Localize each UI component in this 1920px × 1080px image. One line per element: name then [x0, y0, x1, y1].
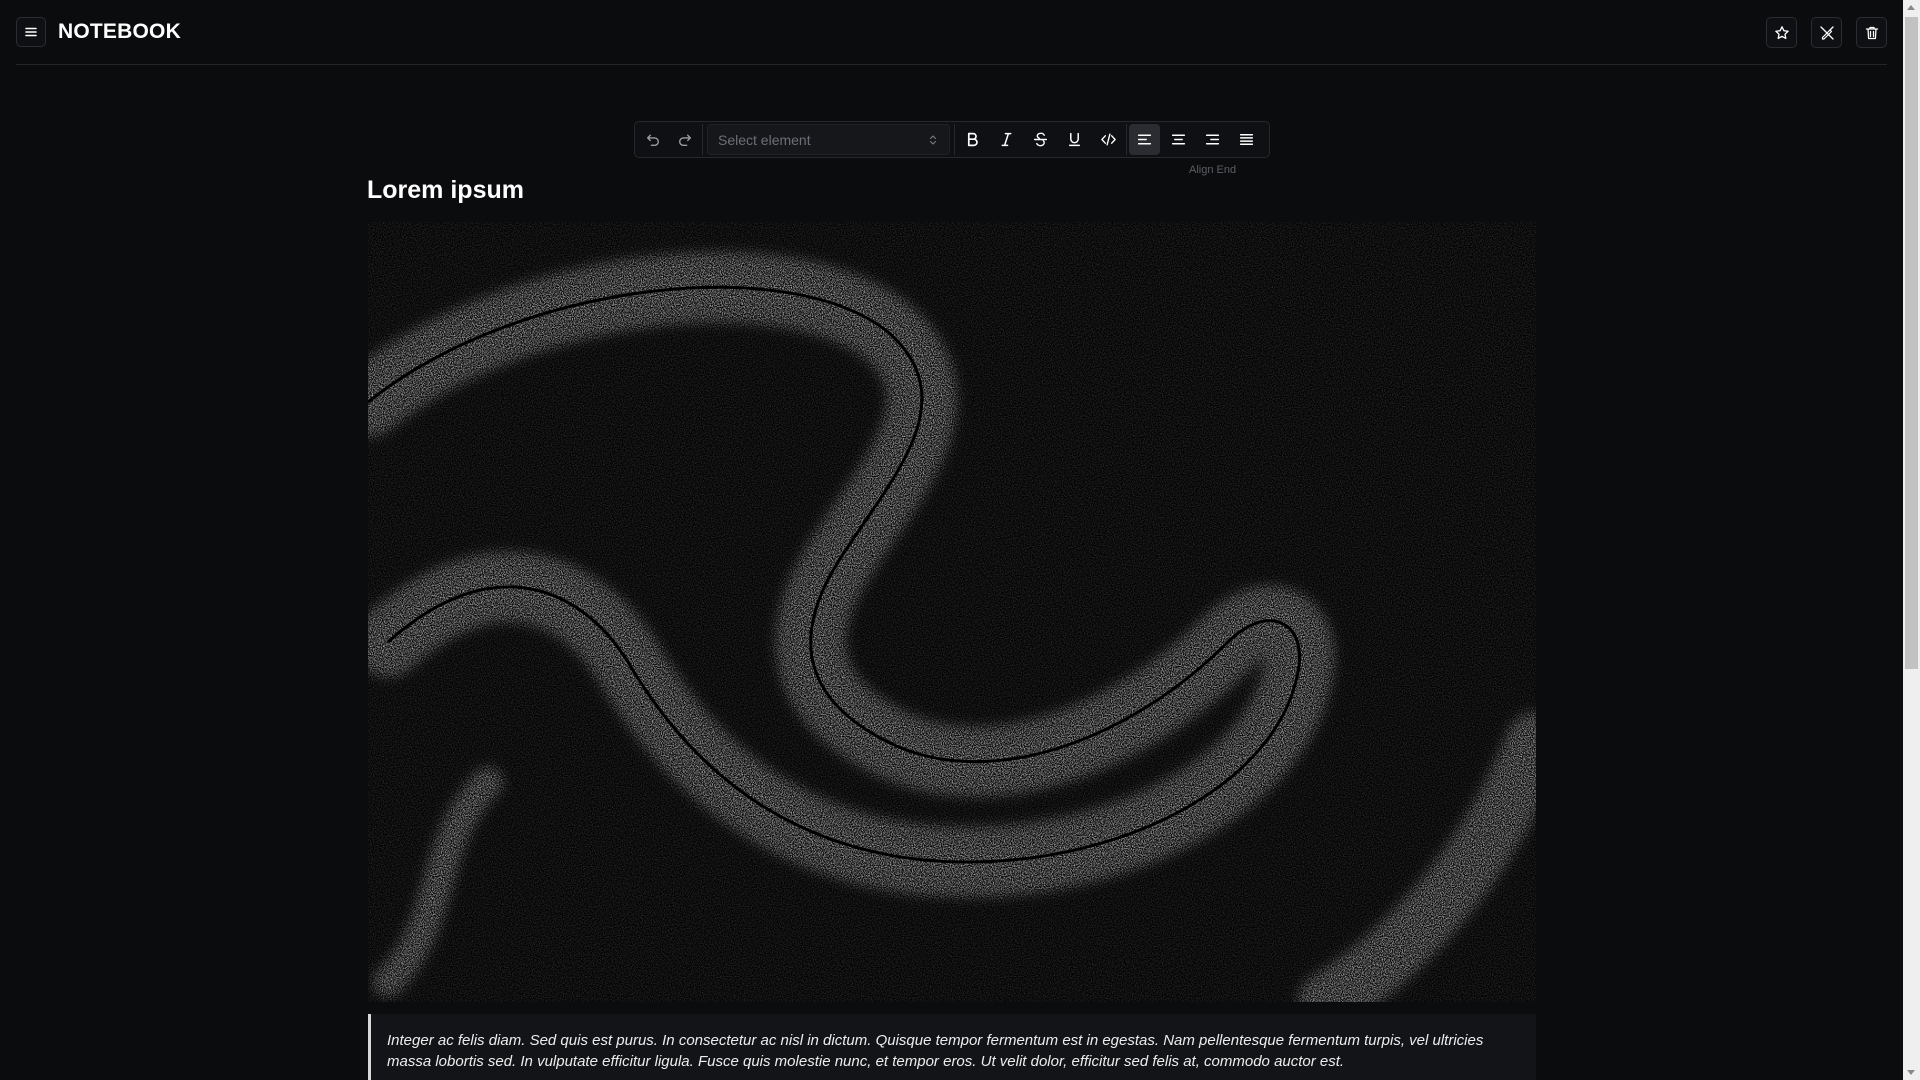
align-justify-button[interactable]	[1231, 124, 1262, 155]
blockquote[interactable]: Integer ac felis diam. Sed quis est puru…	[368, 1014, 1536, 1080]
alignment-group	[1129, 124, 1262, 155]
disable-edit-button[interactable]	[1811, 17, 1842, 48]
align-center-icon	[1171, 134, 1186, 145]
toolbar-divider	[702, 124, 703, 155]
top-header: NOTEBOOK	[16, 0, 1887, 65]
align-justify-icon	[1239, 133, 1254, 146]
editor-toolbar: Select element	[634, 121, 1270, 158]
scroll-up-icon[interactable]	[1907, 5, 1915, 10]
code-button[interactable]	[1093, 124, 1124, 155]
document-image[interactable]	[368, 222, 1536, 1002]
code-icon	[1101, 133, 1116, 146]
scroll-thumb[interactable]	[1905, 17, 1918, 669]
underline-icon	[1068, 132, 1081, 147]
star-icon	[1774, 25, 1789, 39]
header-actions	[1766, 17, 1887, 48]
undo-icon	[646, 134, 659, 147]
italic-icon	[1001, 132, 1012, 147]
no-edit-icon	[1819, 25, 1834, 40]
format-group	[957, 124, 1124, 155]
underline-button[interactable]	[1059, 124, 1090, 155]
favorite-button[interactable]	[1766, 17, 1797, 48]
strikethrough-button[interactable]	[1025, 124, 1056, 155]
italic-button[interactable]	[991, 124, 1022, 155]
strikethrough-icon	[1033, 132, 1048, 147]
notebook-app: NOTEBOOK Select element Align End Lorem …	[0, 0, 1920, 1080]
hamburger-menu-icon	[25, 27, 37, 37]
redo-button[interactable]	[669, 124, 700, 155]
toolbar-divider	[954, 124, 955, 155]
undo-button[interactable]	[638, 124, 669, 155]
page-scrollbar[interactable]	[1903, 0, 1920, 1080]
align-right-button[interactable]	[1197, 124, 1228, 155]
element-select[interactable]: Select element	[707, 124, 950, 155]
align-left-icon	[1137, 134, 1152, 145]
trash-icon	[1865, 26, 1878, 39]
abstract-swirl-image	[368, 222, 1536, 1002]
redo-icon	[679, 134, 692, 147]
align-right-icon	[1205, 134, 1220, 145]
scroll-down-icon[interactable]	[1907, 1070, 1915, 1075]
bold-icon	[967, 132, 978, 147]
menu-button[interactable]	[16, 17, 46, 47]
delete-button[interactable]	[1856, 17, 1887, 48]
align-left-button[interactable]	[1129, 124, 1160, 155]
page-title[interactable]: Lorem ipsum	[367, 176, 524, 205]
bold-button[interactable]	[957, 124, 988, 155]
toolbar-divider	[1126, 124, 1127, 155]
chevron-up-down-icon	[929, 134, 937, 145]
app-title: NOTEBOOK	[58, 20, 181, 43]
align-center-button[interactable]	[1163, 124, 1194, 155]
element-select-placeholder: Select element	[718, 131, 811, 148]
toolbar-tooltip: Align End	[1189, 164, 1237, 176]
